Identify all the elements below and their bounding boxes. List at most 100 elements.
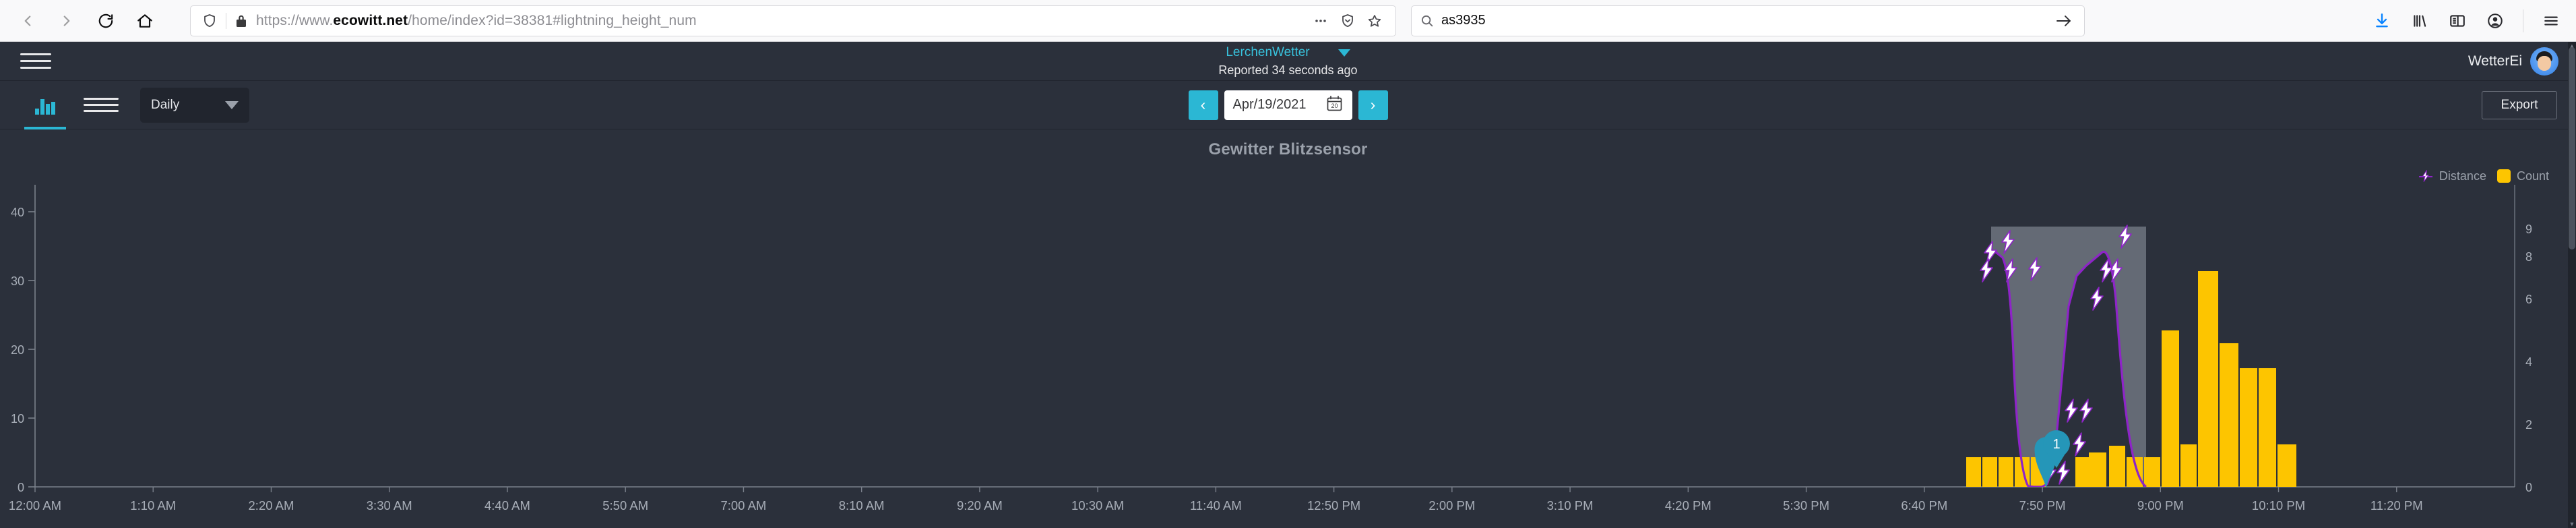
svg-text:20: 20 [1331,102,1338,109]
date-input[interactable]: Apr/19/2021 20 [1224,90,1352,120]
x-axis-ticks: 12:00 AM1:10 AM2:20 AM3:30 AM4:40 AM5:50… [9,487,2423,512]
bookmark-star-icon[interactable] [1362,8,1387,34]
browser-toolbar-actions [2366,5,2567,36]
scroll-down-arrow[interactable]: ▼ [2568,520,2576,528]
bar[interactable] [2277,444,2296,487]
x-tick-label: 11:20 PM [2370,498,2423,512]
page-actions-ellipsis-icon[interactable] [1308,8,1333,34]
chevron-down-icon[interactable] [1338,49,1350,57]
date-navigator: ‹ Apr/19/2021 20 › [0,90,2576,120]
reload-button[interactable] [88,3,124,39]
bar[interactable] [2198,271,2218,487]
calendar-icon[interactable]: 20 [1325,94,1344,116]
pocket-save-icon[interactable] [1335,8,1360,34]
bar[interactable] [2144,457,2160,487]
lightning-bolt-icon[interactable] [2065,399,2077,422]
bar[interactable] [2075,457,2090,487]
page-scrollbar[interactable]: ▲ ▼ [2568,42,2576,528]
home-button[interactable] [127,3,163,39]
search-go-button[interactable] [2054,13,2076,29]
legend-swatch-count [2497,169,2511,183]
y-right-tick-0: 0 [2525,481,2532,494]
bar[interactable] [1999,457,2013,487]
x-tick-label: 7:00 AM [720,498,766,512]
x-tick-label: 11:40 AM [1190,498,1242,512]
y-right-tick-9: 9 [2525,223,2532,236]
magnifier-icon [1420,13,1441,28]
back-button[interactable] [9,3,46,39]
back-arrow-icon [19,12,36,30]
x-tick-label: 10:10 PM [2252,498,2305,512]
prev-day-button[interactable]: ‹ [1189,90,1218,120]
station-name: LerchenWetter [1226,45,1309,60]
tooltip-label: 1 [2052,437,2060,452]
library-icon[interactable] [2404,5,2435,36]
sidebar-icon[interactable] [2442,5,2473,36]
controls-bar: Daily ‹ Apr/19/2021 20 › Export [0,81,2576,129]
scrollbar-thumb[interactable] [2569,47,2575,250]
chart-plot-area[interactable]: 0 10 20 30 40 0 2 4 6 8 9 12:00 AM 1:10 A… [0,185,2576,528]
user-block[interactable]: WetterEi [2468,47,2558,76]
x-tick-label: 12:50 PM [1307,498,1360,512]
lightning-bolt-icon[interactable] [1980,259,1992,282]
padlock-icon[interactable] [226,13,256,28]
bar[interactable] [2180,444,2197,487]
date-value: Apr/19/2021 [1233,97,1307,113]
url-text: https://www.ecowitt.net/home/index?id=38… [256,13,697,29]
legend-item-count[interactable]: Count [2497,169,2549,183]
y-left-tick-0: 0 [18,481,24,494]
arrow-right-icon [2054,13,2073,29]
lightning-bolt-icon[interactable] [2073,433,2085,456]
next-day-button[interactable]: › [1358,90,1388,120]
forward-arrow-icon [58,12,75,30]
account-icon[interactable] [2480,5,2511,36]
x-tick-label: 4:40 AM [484,498,530,512]
x-tick-label: 1:10 AM [130,498,176,512]
app-header: LerchenWetter Reported 34 seconds ago We… [0,42,2576,81]
station-selector[interactable]: LerchenWetter [1226,45,1350,60]
legend-label-count: Count [2517,169,2549,183]
home-icon [136,12,154,30]
forward-button[interactable] [49,3,85,39]
url-bar[interactable]: https://www.ecowitt.net/home/index?id=38… [190,5,1396,36]
bar[interactable] [2109,446,2125,487]
downloads-icon[interactable] [2366,5,2397,36]
x-tick-label: 2:20 AM [249,498,294,512]
lightning-bolt-icon[interactable] [2080,399,2092,422]
bar[interactable] [1982,457,1997,487]
bar[interactable] [2240,368,2257,487]
bar[interactable] [2162,330,2179,487]
avatar[interactable] [2530,47,2558,76]
browser-toolbar: https://www.ecowitt.net/home/index?id=38… [0,0,2576,42]
lightning-bolt-icon[interactable] [2091,287,2103,310]
hamburger-menu-icon[interactable] [20,49,51,74]
chart-panel: Gewitter Blitzsensor Distance Count [0,129,2576,528]
x-tick-label: 3:10 PM [1547,498,1594,512]
app-menu-icon[interactable] [2536,5,2567,36]
y-axis-right-ticks: 0 2 4 6 8 9 [2525,223,2532,494]
user-name: WetterEi [2468,53,2522,69]
search-bar[interactable]: as3935 [1411,5,2085,36]
x-tick-label: 2:00 PM [1428,498,1475,512]
x-tick-label: 5:30 PM [1783,498,1829,512]
bar[interactable] [2220,343,2238,487]
x-tick-label: 8:10 AM [839,498,885,512]
y-left-tick-40: 40 [11,206,24,219]
lightning-bolt-icon [2418,169,2433,183]
station-block: LerchenWetter Reported 34 seconds ago [0,42,2576,81]
bar[interactable] [1966,457,1981,487]
x-tick-label: 12:00 AM [9,498,61,512]
search-input[interactable]: as3935 [1441,13,1486,28]
legend-item-distance[interactable]: Distance [2418,169,2486,183]
x-tick-label: 4:20 PM [1665,498,1711,512]
y-right-tick-4: 4 [2525,355,2532,369]
y-axis-left-ticks: 0 10 20 30 40 [11,206,35,494]
bar[interactable] [2089,452,2106,487]
x-tick-label: 10:30 AM [1071,498,1124,512]
tracking-protection-shield-icon[interactable] [197,13,226,29]
x-tick-label: 7:50 PM [2019,498,2066,512]
y-right-tick-2: 2 [2525,418,2532,432]
bar[interactable] [2259,368,2276,487]
lightning-bolt-icon[interactable] [2057,461,2069,484]
y-left-tick-20: 20 [11,343,24,357]
